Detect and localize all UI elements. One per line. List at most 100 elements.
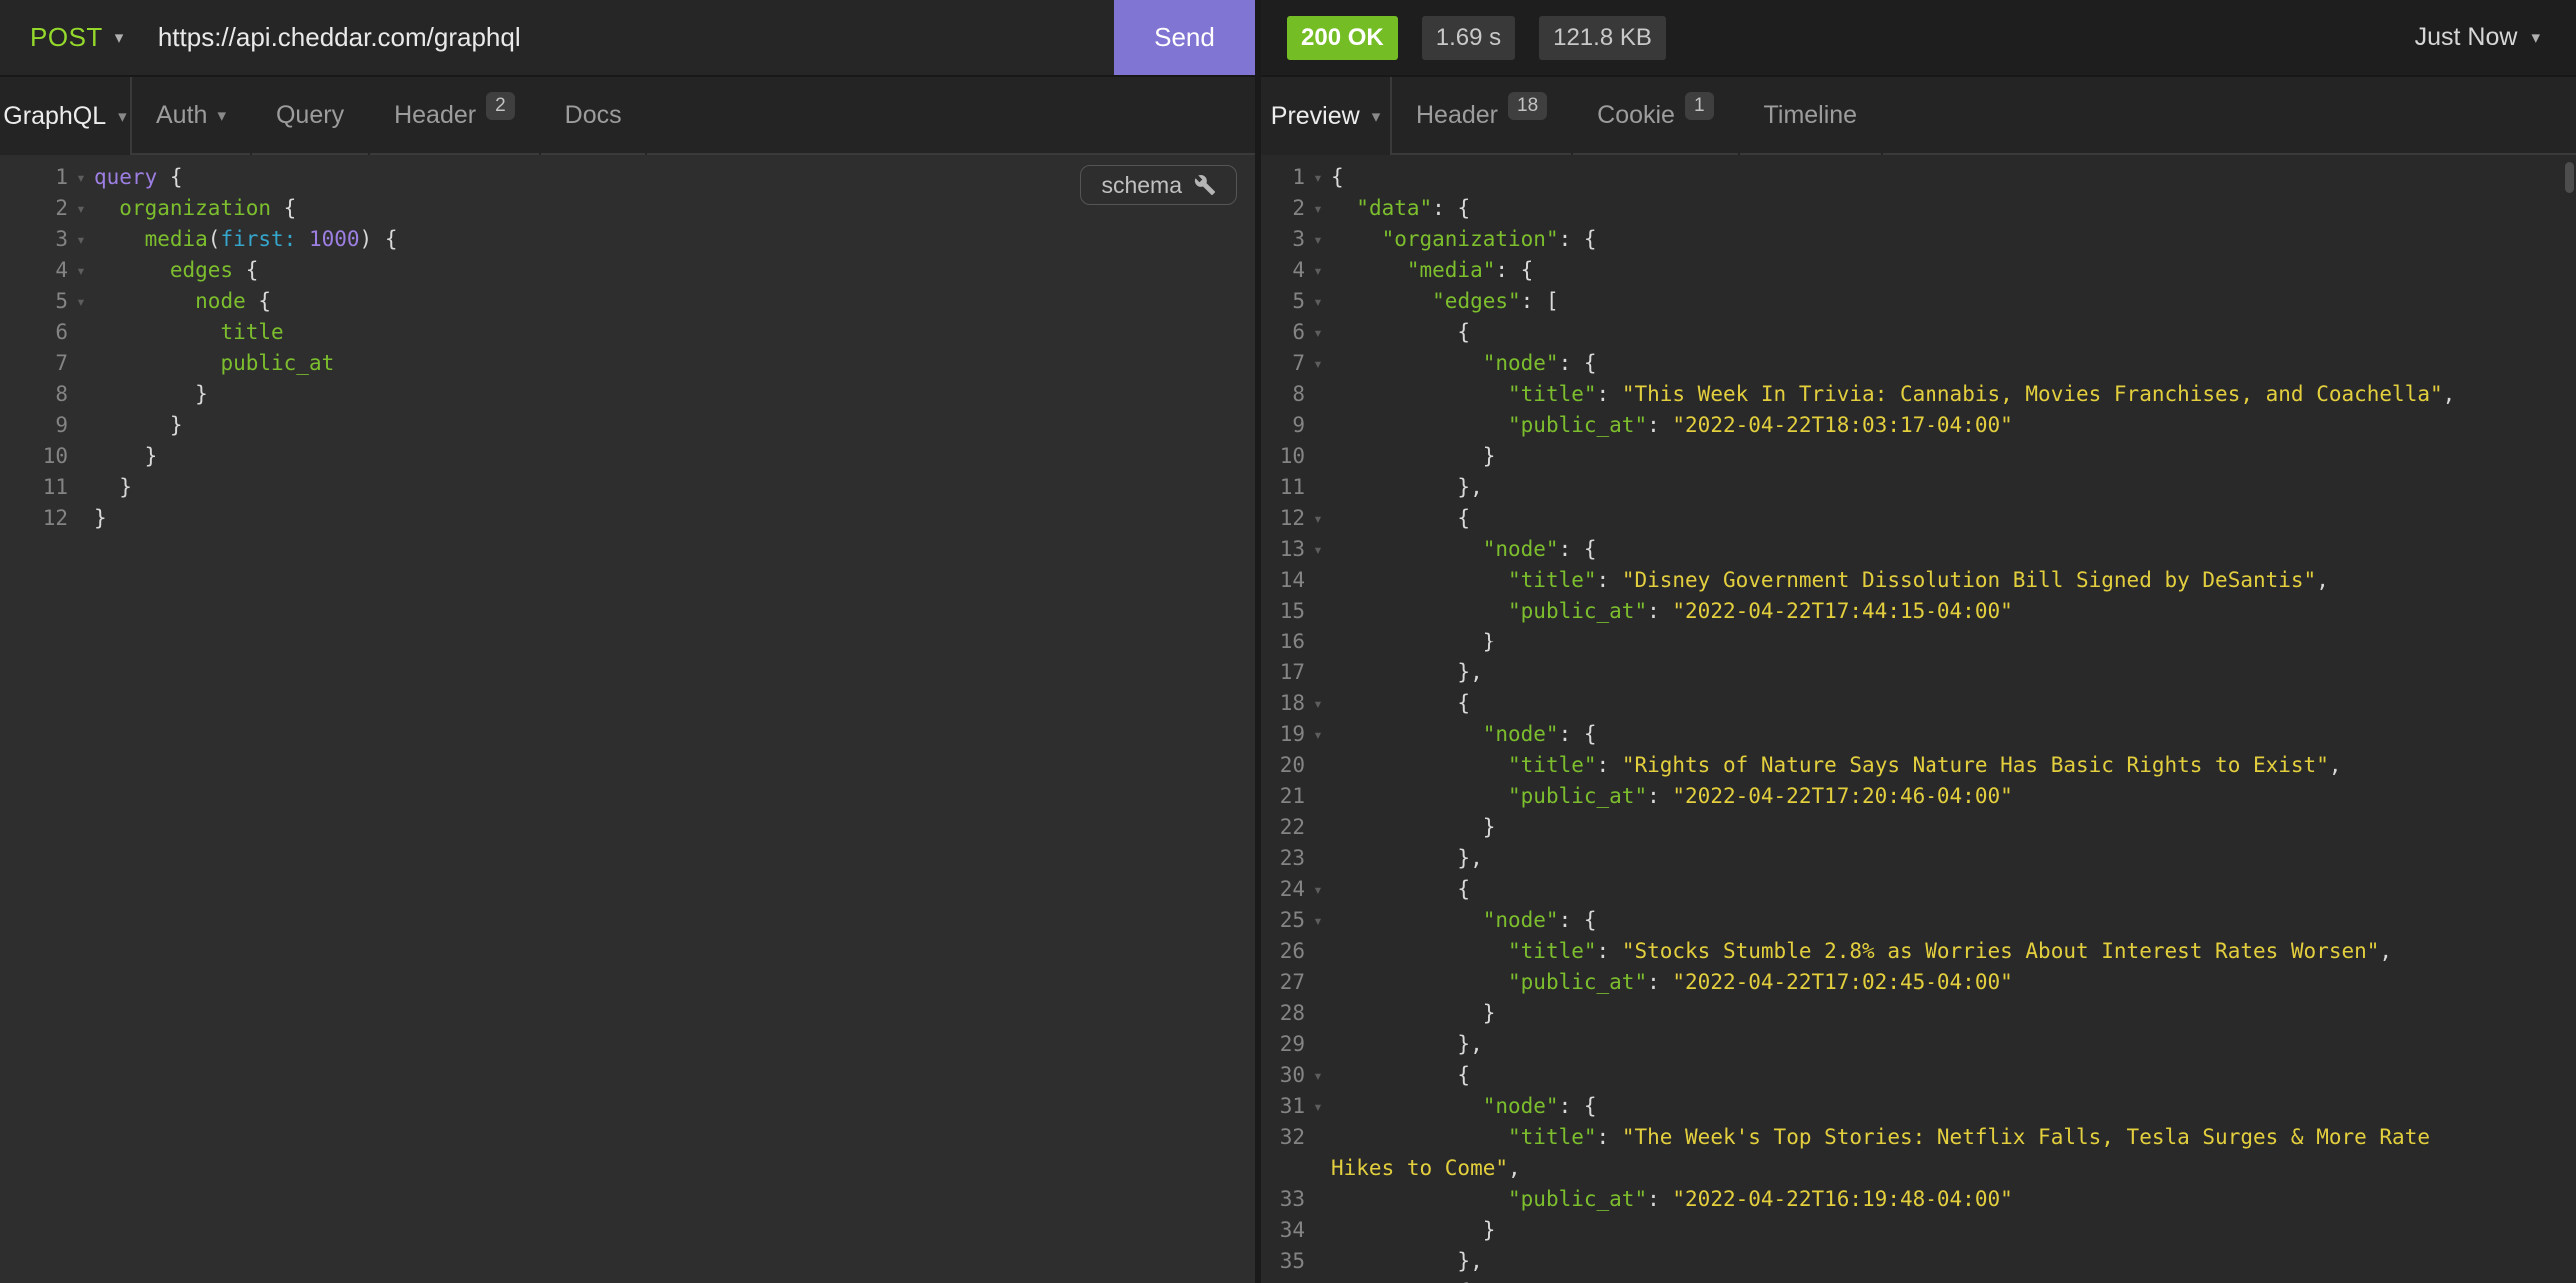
response-time-badge: 1.69 s xyxy=(1422,16,1515,60)
fold-arrow-icon[interactable]: ▾ xyxy=(1305,905,1331,936)
fold-gutter xyxy=(1305,781,1331,812)
code-line: 18▾ { xyxy=(1261,688,2576,719)
line-number: 35 xyxy=(1261,1246,1305,1277)
line-number: 14 xyxy=(1261,565,1305,596)
code-line: 11 }, xyxy=(1261,472,2576,503)
fold-arrow-icon[interactable]: ▾ xyxy=(1305,162,1331,193)
fold-arrow-icon[interactable]: ▾ xyxy=(1305,1060,1331,1091)
fold-arrow-icon[interactable]: ▾ xyxy=(1305,224,1331,255)
code-line[interactable]: 3▾ media(first: 1000) { xyxy=(0,224,1255,255)
fold-arrow-icon[interactable]: ▾ xyxy=(1305,503,1331,534)
http-method-dropdown[interactable]: POST ▾ xyxy=(30,22,124,53)
line-number: 18 xyxy=(1261,688,1305,719)
line-number: 2 xyxy=(1261,193,1305,224)
code-text: "public_at": "2022-04-22T16:19:48-04:00" xyxy=(1331,1184,2013,1215)
fold-arrow-icon[interactable]: ▾ xyxy=(1305,1277,1331,1283)
code-line: 26 "title": "Stocks Stumble 2.8% as Worr… xyxy=(1261,936,2576,967)
code-text: "organization": { xyxy=(1331,224,1597,255)
code-line: 20 "title": "Rights of Nature Says Natur… xyxy=(1261,750,2576,781)
fold-arrow-icon[interactable]: ▾ xyxy=(1305,719,1331,750)
tab-timeline[interactable]: Timeline xyxy=(1740,77,1882,155)
graphql-query-editor[interactable]: schema 1▾query {2▾ organization {3▾ medi… xyxy=(0,155,1255,1283)
fold-gutter xyxy=(1305,936,1331,967)
code-line: 22 } xyxy=(1261,812,2576,843)
code-line[interactable]: 6 title xyxy=(0,317,1255,348)
code-text: { xyxy=(1331,1060,1470,1091)
line-number: 34 xyxy=(1261,1215,1305,1246)
fold-arrow-icon[interactable]: ▾ xyxy=(1305,317,1331,348)
line-number: 6 xyxy=(1261,317,1305,348)
tab-header-label: Header xyxy=(394,101,476,130)
fold-arrow-icon[interactable]: ▾ xyxy=(68,162,94,193)
code-text: "public_at": "2022-04-22T17:44:15-04:00" xyxy=(1331,596,2013,627)
code-line: 30▾ { xyxy=(1261,1060,2576,1091)
code-line: 4▾ "media": { xyxy=(1261,255,2576,286)
fold-arrow-icon[interactable]: ▾ xyxy=(1305,286,1331,317)
code-line[interactable]: 1▾query { xyxy=(0,162,1255,193)
code-text: } xyxy=(1331,1215,1495,1246)
line-number: 10 xyxy=(0,441,68,472)
code-line: 6▾ { xyxy=(1261,317,2576,348)
code-text: title xyxy=(94,317,284,348)
code-line[interactable]: 10 } xyxy=(0,441,1255,472)
tab-auth[interactable]: Auth ▾ xyxy=(132,77,250,155)
code-text: edges { xyxy=(94,255,258,286)
code-line: 5▾ "edges": [ xyxy=(1261,286,2576,317)
response-meta-bar: 200 OK 1.69 s 121.8 KB Just Now ▾ xyxy=(1261,0,2576,77)
body-type-dropdown[interactable]: GraphQL ▾ xyxy=(0,77,132,155)
code-line: 34 } xyxy=(1261,1215,2576,1246)
code-text: { xyxy=(1331,503,1470,534)
line-number: 6 xyxy=(0,317,68,348)
fold-arrow-icon[interactable]: ▾ xyxy=(1305,348,1331,379)
code-line[interactable]: 4▾ edges { xyxy=(0,255,1255,286)
response-header-count-badge: 18 xyxy=(1508,92,1547,120)
code-line[interactable]: 5▾ node { xyxy=(0,286,1255,317)
tab-docs[interactable]: Docs xyxy=(541,77,645,155)
schema-button-label: schema xyxy=(1101,170,1182,201)
status-badge: 200 OK xyxy=(1287,16,1398,60)
code-text: node { xyxy=(94,286,271,317)
fold-arrow-icon[interactable]: ▾ xyxy=(1305,688,1331,719)
code-text: Hikes to Come", xyxy=(1331,1153,1521,1184)
schema-button[interactable]: schema xyxy=(1080,165,1237,205)
fold-arrow-icon[interactable]: ▾ xyxy=(68,255,94,286)
code-line[interactable]: 12} xyxy=(0,503,1255,534)
fold-arrow-icon[interactable]: ▾ xyxy=(1305,874,1331,905)
fold-gutter xyxy=(1305,657,1331,688)
line-number: 33 xyxy=(1261,1184,1305,1215)
fold-arrow-icon[interactable]: ▾ xyxy=(1305,1091,1331,1122)
response-view-dropdown[interactable]: Preview ▾ xyxy=(1261,77,1392,155)
code-line[interactable]: 8 } xyxy=(0,379,1255,410)
url-input[interactable] xyxy=(158,22,1057,53)
send-button-label: Send xyxy=(1154,22,1215,53)
code-line: 14 "title": "Disney Government Dissoluti… xyxy=(1261,565,2576,596)
fold-arrow-icon[interactable]: ▾ xyxy=(68,193,94,224)
fold-arrow-icon[interactable]: ▾ xyxy=(68,224,94,255)
code-text: query { xyxy=(94,162,183,193)
code-line: 17 }, xyxy=(1261,657,2576,688)
line-number: 15 xyxy=(1261,596,1305,627)
code-text: public_at xyxy=(94,348,334,379)
code-line: 7▾ "node": { xyxy=(1261,348,2576,379)
line-number: 11 xyxy=(0,472,68,503)
vertical-scrollbar-thumb[interactable] xyxy=(2565,162,2574,193)
tab-cookie[interactable]: Cookie 1 xyxy=(1573,77,1737,155)
tab-header[interactable]: Header 2 xyxy=(370,77,539,155)
tab-response-header[interactable]: Header 18 xyxy=(1392,77,1571,155)
fold-gutter xyxy=(68,317,94,348)
response-history-dropdown[interactable]: Just Now ▾ xyxy=(2415,23,2540,52)
send-button[interactable]: Send xyxy=(1114,0,1255,75)
fold-arrow-icon[interactable]: ▾ xyxy=(1305,193,1331,224)
code-text: } xyxy=(94,379,208,410)
code-line[interactable]: 9 } xyxy=(0,410,1255,441)
code-line[interactable]: 7 public_at xyxy=(0,348,1255,379)
fold-arrow-icon[interactable]: ▾ xyxy=(68,286,94,317)
tab-query[interactable]: Query xyxy=(252,77,368,155)
code-line[interactable]: 11 } xyxy=(0,472,1255,503)
code-text: } xyxy=(94,441,157,472)
tab-docs-label: Docs xyxy=(565,101,622,130)
fold-arrow-icon[interactable]: ▾ xyxy=(1305,534,1331,565)
fold-arrow-icon[interactable]: ▾ xyxy=(1305,255,1331,286)
code-line[interactable]: 2▾ organization { xyxy=(0,193,1255,224)
http-method-label: POST xyxy=(30,22,103,53)
